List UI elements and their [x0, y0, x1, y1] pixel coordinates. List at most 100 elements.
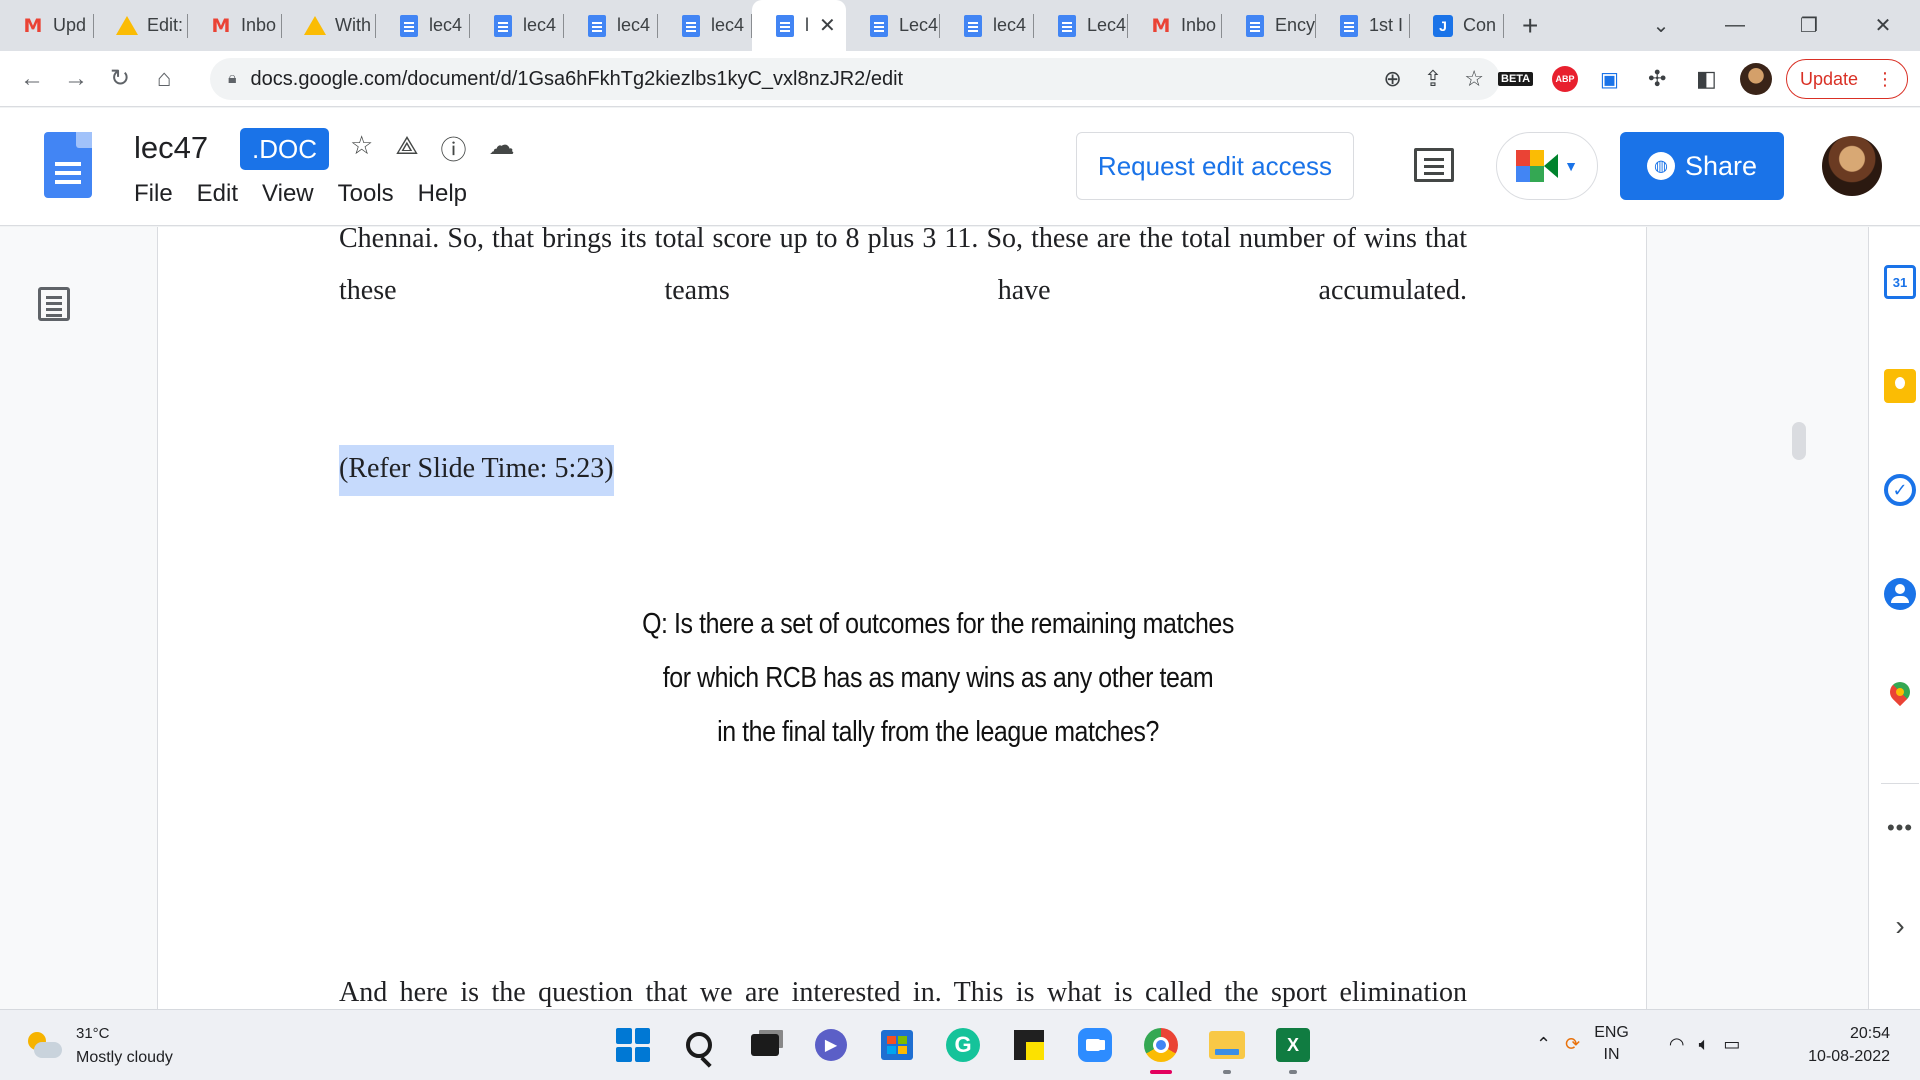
adblock-extension-icon[interactable]: ABP [1552, 51, 1578, 107]
browser-tab[interactable]: l ✕ [752, 0, 846, 51]
info-icon[interactable]: ⓘ [441, 130, 467, 167]
chat-icon[interactable]: ▶ [808, 1022, 854, 1068]
search-icon[interactable] [676, 1022, 722, 1068]
share-button[interactable]: ◍ Share [1620, 132, 1784, 200]
weather-condition: Mostly cloudy [76, 1049, 173, 1066]
weather-widget[interactable]: 31°C Mostly cloudy [26, 1022, 173, 1070]
browser-tab[interactable]: With [282, 0, 376, 51]
document-title[interactable]: lec47 [134, 130, 208, 166]
omnibox-actions: ⊕ ⇪ ☆ [1383, 66, 1484, 92]
star-icon[interactable]: ☆ [350, 130, 373, 167]
store-icon[interactable] [874, 1022, 920, 1068]
battery-icon[interactable]: ▭ [1723, 1034, 1740, 1055]
screen-capture-extension-icon[interactable]: ▣ [1600, 51, 1619, 107]
tab-search-icon[interactable]: ⌄ [1624, 13, 1698, 38]
chrome-icon[interactable] [1138, 1022, 1184, 1074]
excel-icon[interactable]: X [1270, 1022, 1316, 1074]
docs-icon [680, 14, 702, 37]
browser-tab[interactable]: lec4 [658, 0, 752, 51]
restore-icon[interactable]: ❐ [1772, 13, 1846, 38]
close-window-icon[interactable]: ✕ [1846, 13, 1920, 38]
file-explorer-icon[interactable] [1204, 1022, 1250, 1074]
menu-item-help[interactable]: Help [418, 180, 467, 208]
calendar-icon[interactable]: 31 [1883, 265, 1917, 299]
expand-panel-icon[interactable]: › [1883, 909, 1917, 943]
menu-item-file[interactable]: File [134, 180, 173, 208]
sync-icon[interactable]: ⟳ [1565, 1034, 1580, 1055]
task-view-icon[interactable] [742, 1022, 788, 1068]
tab-label: lec4 [523, 15, 557, 35]
browser-tab[interactable]: lec4 [376, 0, 470, 51]
address-bar[interactable]: 🔒︎ docs.google.com/document/d/1Gsa6hFkhT… [210, 58, 1500, 100]
cloud-status-icon[interactable]: ☁ [489, 130, 515, 167]
browser-tab[interactable]: lec4 [940, 0, 1034, 51]
docs-icon [586, 14, 608, 37]
forward-icon[interactable]: → [56, 65, 96, 93]
chevron-up-icon[interactable]: ⌃ [1536, 1034, 1551, 1055]
bookmark-star-icon[interactable]: ☆ [1464, 66, 1484, 92]
language-indicator[interactable]: ENG IN [1594, 1022, 1629, 1066]
volume-icon[interactable]: 🔈︎ [1699, 1034, 1710, 1055]
wifi-icon[interactable]: ◠ [1669, 1034, 1685, 1055]
tab-label: Ency [1275, 15, 1316, 35]
comment-history-icon[interactable] [1414, 148, 1454, 182]
browser-tab[interactable]: lec4 [564, 0, 658, 51]
extensions-puzzle-icon[interactable]: ✣ [1648, 51, 1666, 107]
zoom-app-icon[interactable] [1072, 1022, 1118, 1068]
side-panel: 31 ✓ ••• › [1868, 227, 1920, 1009]
system-tray: ⌃ ⟳ ENG IN ◠ 🔈︎ ▭ [1536, 1022, 1740, 1066]
home-icon[interactable]: ⌂ [144, 65, 184, 93]
share-page-icon[interactable]: ⇪ [1424, 66, 1442, 92]
gmail-icon: M [211, 14, 231, 37]
browser-tab[interactable]: M Inbo [188, 0, 282, 51]
more-addons-icon[interactable]: ••• [1883, 811, 1917, 845]
refer-slide-time: (Refer Slide Time: 5:23) [339, 445, 614, 496]
move-to-drive-icon[interactable]: ⟁ [395, 130, 418, 167]
browser-tab[interactable]: lec4 [470, 0, 564, 51]
reload-icon[interactable]: ↻ [100, 64, 140, 93]
grammarly-icon[interactable]: G [940, 1022, 986, 1068]
browser-tab[interactable]: 1st I [1316, 0, 1410, 51]
browser-tab[interactable]: Edit: [94, 0, 188, 51]
browser-tab[interactable]: Lec4 [846, 0, 940, 51]
j-icon: J [1432, 14, 1454, 37]
lock-icon: 🔒︎ [228, 70, 237, 87]
request-edit-access-button[interactable]: Request edit access [1076, 132, 1354, 200]
maps-icon[interactable] [1883, 681, 1917, 715]
browser-tab[interactable]: Lec4 [1034, 0, 1128, 51]
drive-icon [116, 15, 138, 37]
sticky-notes-icon[interactable] [1006, 1022, 1052, 1068]
profile-avatar[interactable] [1740, 51, 1772, 107]
back-icon[interactable]: ← [12, 65, 52, 93]
browser-tab[interactable]: J Con [1410, 0, 1504, 51]
minimize-icon[interactable]: — [1698, 14, 1772, 37]
tasks-icon[interactable]: ✓ [1883, 473, 1917, 507]
browser-tab[interactable]: M Inbo [1128, 0, 1222, 51]
beta-extension-icon[interactable]: BETA [1498, 51, 1534, 107]
document-page[interactable]: Chennai. So, that brings its total score… [157, 223, 1647, 1009]
side-panel-icon[interactable]: ◧ [1696, 51, 1717, 107]
meet-button[interactable]: ▼ [1496, 132, 1598, 200]
tab-label: l [805, 15, 809, 35]
weather-icon [26, 1032, 62, 1060]
new-tab-button[interactable]: + [1522, 10, 1538, 42]
start-icon[interactable] [610, 1022, 656, 1068]
menu-item-edit[interactable]: Edit [197, 180, 238, 208]
keep-icon[interactable] [1883, 369, 1917, 403]
clock[interactable]: 20:54 10-08-2022 [1808, 1022, 1890, 1068]
zoom-icon[interactable]: ⊕ [1383, 66, 1401, 92]
browser-tab[interactable]: M Upd [0, 0, 94, 51]
document-outline-icon[interactable] [38, 287, 70, 321]
slide-question-line: for which RCB has as many wins as any ot… [662, 662, 1214, 694]
menu-item-view[interactable]: View [262, 180, 314, 208]
scrollbar-thumb[interactable] [1792, 422, 1806, 460]
contacts-icon[interactable] [1883, 577, 1917, 611]
docs-header: lec47 .DOC ☆ ⟁ ⓘ ☁ File Edit View Tools Help… [0, 108, 1920, 226]
update-button[interactable]: Update ⋮ [1786, 59, 1908, 99]
menu-item-tools[interactable]: Tools [338, 180, 394, 208]
account-avatar[interactable] [1822, 136, 1882, 196]
close-tab-icon[interactable]: ✕ [819, 13, 836, 38]
browser-tab[interactable]: Ency [1222, 0, 1316, 51]
browser-toolbar: ← → ↻ ⌂ 🔒︎ docs.google.com/document/d/1G… [0, 51, 1920, 107]
docs-logo-icon[interactable] [44, 132, 92, 198]
